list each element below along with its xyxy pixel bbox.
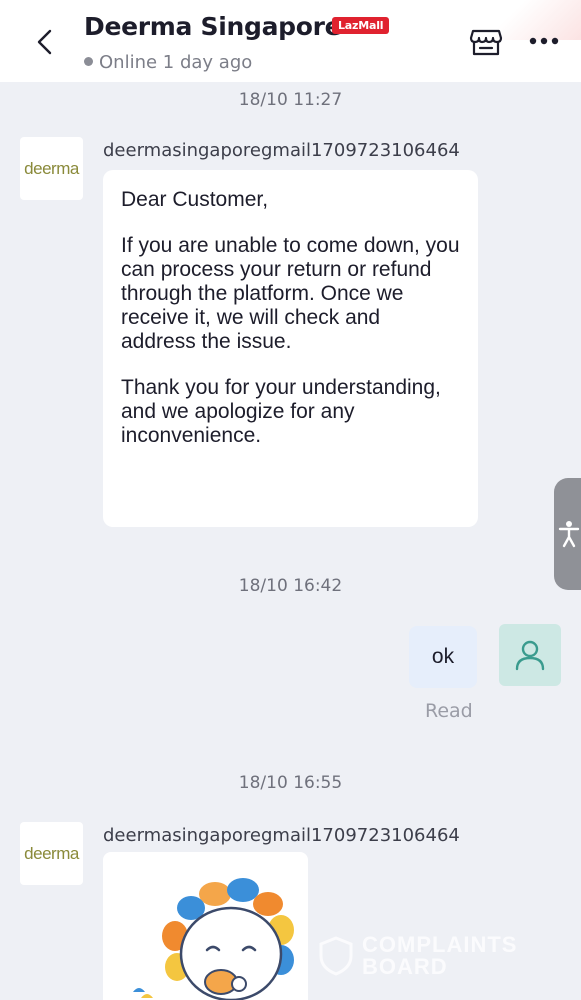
- message-paragraph: If you are unable to come down, you can …: [121, 234, 460, 353]
- store-button[interactable]: [468, 23, 504, 59]
- shop-avatar-logo: deerma: [24, 843, 79, 863]
- accessibility-icon: [558, 521, 580, 548]
- complaints-board-watermark: COMPLAINTS BOARD: [318, 932, 538, 980]
- back-button[interactable]: [30, 25, 62, 59]
- user-message-text: ok: [431, 645, 455, 668]
- shop-avatar-logo: deerma: [24, 158, 79, 178]
- more-options-button[interactable]: [528, 30, 560, 52]
- read-status: Read: [425, 700, 473, 722]
- message-timestamp: 18/10 16:42: [238, 576, 343, 596]
- watermark-shield-icon: [319, 936, 353, 976]
- sender-name: deermasingaporegmail1709723106464: [103, 825, 460, 846]
- user-avatar[interactable]: [499, 624, 561, 686]
- message-paragraph: Dear Customer,: [121, 188, 269, 211]
- watermark-line2: BOARD: [362, 954, 448, 979]
- user-message-bubble[interactable]: ok: [409, 626, 477, 688]
- shop-avatar[interactable]: deerma: [20, 137, 83, 200]
- status-text: Online 1 day ago: [99, 52, 253, 73]
- online-status: Online 1 day ago: [84, 52, 252, 73]
- sticker-message[interactable]: [103, 852, 308, 1000]
- shop-name[interactable]: Deerma Singapore: [84, 12, 342, 41]
- message-timestamp: 18/10 16:55: [238, 773, 343, 793]
- shop-message-bubble[interactable]: Dear Customer, If you are unable to come…: [103, 170, 478, 527]
- chat-header: Deerma Singapore LazMall Online 1 day ag…: [0, 0, 581, 82]
- shop-avatar[interactable]: deerma: [20, 822, 83, 885]
- more-dots-icon: [529, 37, 559, 45]
- user-icon: [515, 640, 545, 671]
- sender-name: deermasingaporegmail1709723106464: [103, 140, 460, 161]
- store-icon: [469, 29, 503, 56]
- lazmall-badge: LazMall: [332, 17, 390, 34]
- accessibility-button[interactable]: [554, 478, 581, 590]
- message-timestamp: 18/10 11:27: [238, 90, 343, 110]
- lion-sticker-image: [133, 878, 294, 1000]
- message-paragraph: Thank you for your understanding, and we…: [121, 376, 441, 447]
- back-arrow-icon: [37, 29, 52, 55]
- status-dot-icon: [84, 56, 93, 66]
